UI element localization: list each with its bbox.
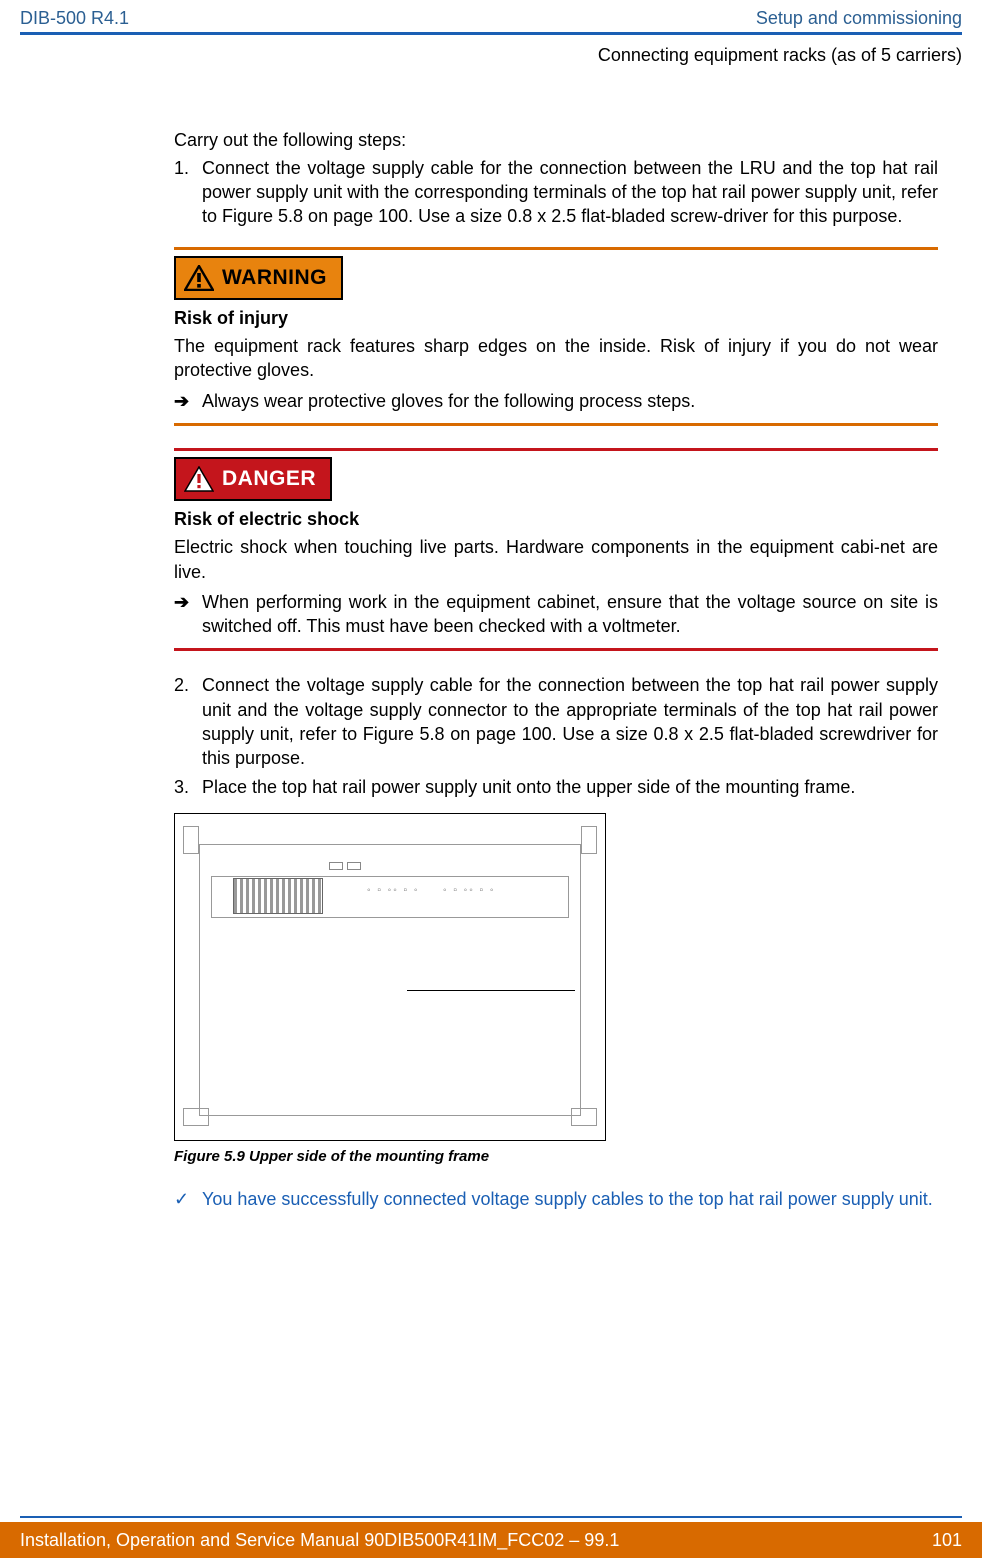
danger-arrow-text: When performing work in the equipment ca…: [202, 590, 938, 639]
danger-arrow-item: ➔ When performing work in the equipment …: [174, 590, 938, 639]
warning-label: WARNING: [222, 264, 341, 292]
footer-page-number: 101: [932, 1528, 962, 1552]
danger-label: DANGER: [222, 465, 330, 493]
figure-caption: Figure 5.9 Upper side of the mounting fr…: [174, 1147, 938, 1167]
warning-triangle-icon: [176, 258, 222, 298]
warning-body: The equipment rack features sharp edges …: [174, 334, 938, 383]
warning-bottom-rule: [174, 423, 938, 426]
danger-badge: DANGER: [174, 457, 332, 501]
danger-top-rule: [174, 448, 938, 451]
check-icon: ✓: [174, 1187, 202, 1211]
step-text: Connect the voltage supply cable for the…: [202, 673, 938, 770]
steps-list-a: 1. Connect the voltage supply cable for …: [174, 156, 938, 229]
step-text: Place the top hat rail power supply unit…: [202, 775, 938, 799]
figure: ◦ ▫ ◦◦ ▫ ◦ ◦ ▫ ◦◦ ▫ ◦ Figure 5.9 Upper s…: [174, 813, 938, 1167]
step-number: 1.: [174, 156, 202, 229]
page-header: DIB-500 R4.1 Setup and commissioning: [0, 0, 982, 32]
figure-image: ◦ ▫ ◦◦ ▫ ◦ ◦ ▫ ◦◦ ▫ ◦: [174, 813, 606, 1141]
success-note: ✓ You have successfully connected voltag…: [174, 1187, 938, 1211]
header-rule: [20, 32, 962, 35]
intro-text: Carry out the following steps:: [174, 128, 938, 152]
page-footer: Installation, Operation and Service Manu…: [0, 1522, 982, 1558]
success-text: You have successfully connected voltage …: [202, 1187, 938, 1211]
footer-left: Installation, Operation and Service Manu…: [20, 1528, 619, 1552]
list-item: 3. Place the top hat rail power supply u…: [174, 775, 938, 799]
step-text: Connect the voltage supply cable for the…: [202, 156, 938, 229]
list-item: 1. Connect the voltage supply cable for …: [174, 156, 938, 229]
step-number: 3.: [174, 775, 202, 799]
danger-title: Risk of electric shock: [174, 507, 938, 531]
warning-arrow-text: Always wear protective gloves for the fo…: [202, 389, 938, 413]
arrow-icon: ➔: [174, 389, 202, 413]
danger-body: Electric shock when touching live parts.…: [174, 535, 938, 584]
danger-bottom-rule: [174, 648, 938, 651]
arrow-icon: ➔: [174, 590, 202, 639]
header-left: DIB-500 R4.1: [20, 6, 129, 30]
step-number: 2.: [174, 673, 202, 770]
warning-arrow-item: ➔ Always wear protective gloves for the …: [174, 389, 938, 413]
header-subtitle: Connecting equipment racks (as of 5 carr…: [0, 39, 982, 67]
danger-triangle-icon: [176, 459, 222, 499]
list-item: 2. Connect the voltage supply cable for …: [174, 673, 938, 770]
header-right: Setup and commissioning: [756, 6, 962, 30]
warning-title: Risk of injury: [174, 306, 938, 330]
warning-top-rule: [174, 247, 938, 250]
footer-rule: [20, 1516, 962, 1518]
warning-badge: WARNING: [174, 256, 343, 300]
content: Carry out the following steps: 1. Connec…: [0, 68, 982, 1212]
steps-list-b: 2. Connect the voltage supply cable for …: [174, 673, 938, 798]
